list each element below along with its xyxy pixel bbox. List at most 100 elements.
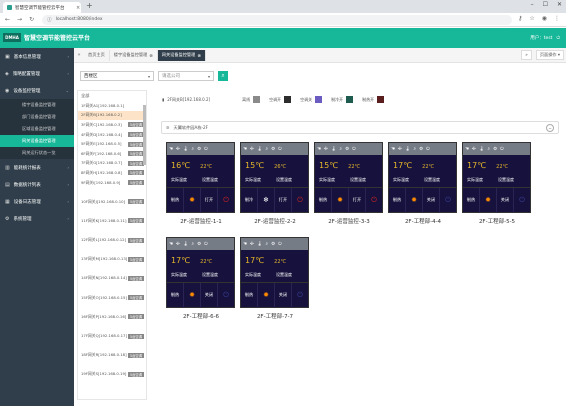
gateway-list-item[interactable]: 18F网关R[192.168.0.18] 5台空调 xyxy=(78,350,146,360)
maximize-icon[interactable]: ☐ xyxy=(543,1,548,8)
close-tab-icon[interactable]: × xyxy=(76,5,80,11)
gateway-list-item[interactable]: 12F网关L[192.168.0.12] 5台空调 xyxy=(78,235,146,245)
zone-header[interactable]: ≋ 天翼软件园A栋-2F − xyxy=(161,121,559,134)
close-tab-icon[interactable]: ⊗ xyxy=(149,53,153,58)
fan-icon[interactable]: ✣ xyxy=(176,242,180,247)
power-icon[interactable]: ⏻ xyxy=(500,146,504,152)
mode-button[interactable]: ✹ xyxy=(258,282,275,308)
back-icon[interactable]: ← xyxy=(5,16,10,23)
mode-button[interactable]: ✹ xyxy=(332,187,349,213)
tab-home[interactable]: 首页主页 xyxy=(84,49,110,61)
tab-building-monitor[interactable]: 楼宇设备监控管理 ⊗ xyxy=(110,49,158,61)
fan-icon[interactable]: ✣ xyxy=(176,147,180,152)
search-icon[interactable]: ⌕ xyxy=(414,146,417,152)
reload-icon[interactable]: ↻ xyxy=(29,16,34,23)
sidebar-sub-building[interactable]: 楼宇设备监控管理 xyxy=(0,99,74,111)
key-icon[interactable]: ⚷ xyxy=(518,15,522,22)
profile-icon[interactable]: ◉ xyxy=(542,15,547,22)
power-icon[interactable]: ⏻ xyxy=(204,146,208,152)
gear-icon[interactable]: ⚙ xyxy=(271,242,275,247)
sidebar-item-logs[interactable]: ▦ 设备日志管理 › xyxy=(0,193,74,210)
hand-icon[interactable]: ☚ xyxy=(465,147,469,152)
thermometer-icon[interactable]: 🌡 xyxy=(405,147,411,152)
sidebar-sub-area[interactable]: 区域设备监控管理 xyxy=(0,123,74,135)
power-button[interactable]: ⏻ xyxy=(218,283,234,308)
ac-card[interactable]: ☚ ✣ 🌡 ⌕ ⚙ ⏻ 17℃ 22℃ 实际温度 设置温度 制热 ✹ 关闭 ⏻ xyxy=(240,237,309,308)
user-name[interactable]: 用户：test xyxy=(530,35,552,41)
power-button[interactable]: ⏻ xyxy=(218,188,234,213)
power-button[interactable]: ⏻ xyxy=(440,188,456,213)
hand-icon[interactable]: ☚ xyxy=(169,242,173,247)
ac-card[interactable]: ☚ ✣ 🌡 ⌕ ⚙ ⏻ 15℃ 22℃ 实际温度 设置温度 制热 ✹ 打开 ⏻ xyxy=(314,142,383,213)
ac-card[interactable]: ☚ ✣ 🌡 ⌕ ⚙ ⏻ 17℃ 22℃ 实际温度 设置温度 制热 ✹ 关闭 ⏻ xyxy=(388,142,457,213)
power-icon[interactable]: ⏻ xyxy=(426,146,430,152)
tab-scroll-left-icon[interactable]: « xyxy=(74,52,84,58)
gateway-list-item[interactable]: 7F网关G[192.168.0.7] 5台空调 xyxy=(78,159,146,169)
search-icon[interactable]: ⌕ xyxy=(266,241,269,247)
gear-icon[interactable]: ⚙ xyxy=(419,147,423,152)
gear-icon[interactable]: ⚙ xyxy=(271,147,275,152)
new-tab-button[interactable]: + xyxy=(86,1,93,10)
thermometer-icon[interactable]: 🌡 xyxy=(479,147,485,152)
ac-card[interactable]: ☚ ✣ 🌡 ⌕ ⚙ ⏻ 15℃ 26℃ 实际温度 设置温度 制冷 ❄ 打开 ⏻ xyxy=(240,142,309,213)
power-icon[interactable]: ⏻ xyxy=(278,241,282,247)
hand-icon[interactable]: ☚ xyxy=(169,147,173,152)
gateway-list-item[interactable]: 15F网关O[192.168.0.15] 5台空调 xyxy=(78,293,146,303)
gateway-list-item[interactable]: 3F网关C[192.168.0.3] 5台空调 xyxy=(78,120,146,130)
gateway-list-item[interactable]: 4F网关D[192.168.0.4] 5台空调 xyxy=(78,130,146,140)
search-button[interactable]: ⌕ xyxy=(218,71,228,81)
mode-button[interactable]: ✹ xyxy=(406,187,423,213)
logout-icon[interactable]: ⏻ xyxy=(556,35,560,41)
power-button[interactable]: ⏻ xyxy=(292,283,308,308)
close-window-icon[interactable]: ✕ xyxy=(557,1,562,8)
search-icon[interactable]: ⌕ xyxy=(192,146,195,152)
hand-icon[interactable]: ☚ xyxy=(243,242,247,247)
power-button[interactable]: ⏻ xyxy=(366,188,382,213)
page-actions-button[interactable]: 页面操作 ▾ xyxy=(535,50,564,60)
star-icon[interactable]: ☆ xyxy=(529,15,534,22)
gateway-list-item[interactable]: 5F网关E[192.168.0.5] 5台空调 xyxy=(78,139,146,149)
search-icon[interactable]: ⌕ xyxy=(266,146,269,152)
gear-icon[interactable]: ⚙ xyxy=(197,242,201,247)
gateway-list-item[interactable]: 16F网关P[192.168.0.16] 5台空调 xyxy=(78,312,146,322)
fan-icon[interactable]: ✣ xyxy=(250,242,254,247)
search-icon[interactable]: ⌕ xyxy=(192,241,195,247)
close-tab-icon[interactable]: ⊗ xyxy=(197,53,201,58)
ac-card[interactable]: ☚ ✣ 🌡 ⌕ ⚙ ⏻ 17℃ 22℃ 实际温度 设置温度 制热 ✹ 关闭 ⏻ xyxy=(166,237,235,308)
mode-button[interactable]: ✹ xyxy=(480,187,497,213)
ac-card[interactable]: ☚ ✣ 🌡 ⌕ ⚙ ⏻ 16℃ 22℃ 实际温度 设置温度 制热 ✹ 打开 ⏻ xyxy=(166,142,235,213)
thermometer-icon[interactable]: 🌡 xyxy=(257,147,263,152)
ac-card[interactable]: ☚ ✣ 🌡 ⌕ ⚙ ⏻ 17℃ 22℃ 实际温度 设置温度 制热 ✹ 关闭 ⏻ xyxy=(462,142,531,213)
sidebar-item-basic-info[interactable]: ▣ 基本信息管理 › xyxy=(0,48,74,65)
hand-icon[interactable]: ☚ xyxy=(391,147,395,152)
hand-icon[interactable]: ☚ xyxy=(317,147,321,152)
hand-icon[interactable]: ☚ xyxy=(243,147,247,152)
gateway-list-item[interactable]: 17F网关Q[192.168.0.17] 5台空调 xyxy=(78,331,146,341)
power-icon[interactable]: ⏻ xyxy=(204,241,208,247)
power-icon[interactable]: ⏻ xyxy=(352,146,356,152)
gateway-list-item[interactable]: 2F网关B[192.168.0.2] xyxy=(78,110,146,121)
thermometer-icon[interactable]: 🌡 xyxy=(183,147,189,152)
sidebar-item-energy[interactable]: ▥ 能耗统计报表 › xyxy=(0,159,74,176)
tab-scroll-right-button[interactable]: » xyxy=(521,50,532,60)
gateway-list-header[interactable]: 全部 xyxy=(78,91,146,101)
company-select[interactable]: 请选公司 ▾ xyxy=(158,71,214,81)
tab-gateway-monitor[interactable]: 网关设备监控管理 ⊗ xyxy=(157,49,206,61)
power-icon[interactable]: ⏻ xyxy=(278,146,282,152)
sidebar-sub-department[interactable]: 部门设备监控管理 xyxy=(0,111,74,123)
gateway-list-item[interactable]: 1F网关A1[192.168.0.1] xyxy=(78,101,146,111)
gateway-list-item[interactable]: 10F网关J[192.168.0.10] 5台空调 xyxy=(78,197,146,207)
menu-icon[interactable]: ⋮ xyxy=(554,15,560,22)
gateway-list-item[interactable]: 14F网关N[192.168.0.14] 5台空调 xyxy=(78,274,146,284)
thermometer-icon[interactable]: 🌡 xyxy=(331,147,337,152)
sidebar-item-monitor[interactable]: ◉ 设备监控管理 ⌄ xyxy=(0,82,74,99)
fan-icon[interactable]: ✣ xyxy=(324,147,328,152)
power-button[interactable]: ⏻ xyxy=(514,188,530,213)
mode-button[interactable]: ✹ xyxy=(184,282,201,308)
gateway-list-item[interactable]: 6F网关F[192.168.0.6] 5台空调 xyxy=(78,149,146,159)
sidebar-item-system[interactable]: ⚙ 系统管理 › xyxy=(0,210,74,227)
collapse-button[interactable]: − xyxy=(546,124,554,132)
fan-icon[interactable]: ✣ xyxy=(250,147,254,152)
thermometer-icon[interactable]: 🌡 xyxy=(257,242,263,247)
gear-icon[interactable]: ⚙ xyxy=(197,147,201,152)
